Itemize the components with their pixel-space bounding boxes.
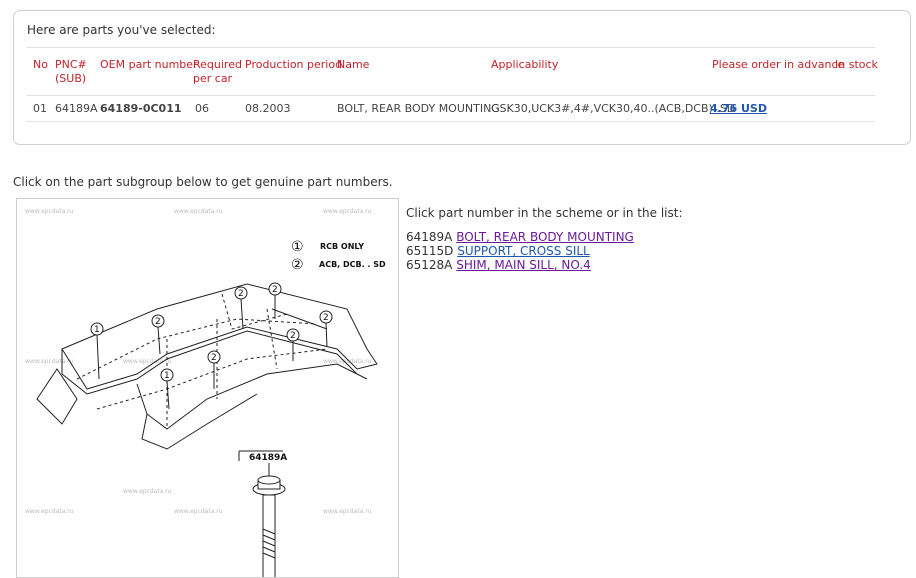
header-order: Please order in advance: [712, 58, 845, 71]
svg-text:1: 1: [94, 325, 100, 335]
frame-illustration: [36, 283, 378, 450]
instruction-text: Click on the part subgroup below to get …: [13, 175, 393, 189]
header-no: No: [33, 58, 48, 71]
cell-pnc: 64189A: [55, 102, 98, 115]
divider: [26, 47, 875, 48]
parts-scheme[interactable]: www.epcdata.ru www.epcdata.ru www.epcdat…: [16, 198, 399, 578]
selected-parts-panel: Here are parts you've selected: No PNC# …: [13, 10, 911, 145]
svg-text:2: 2: [155, 317, 161, 327]
part-link-bolt-rear-body-mounting[interactable]: BOLT, REAR BODY MOUNTING: [456, 230, 634, 244]
header-pnc-sub: (SUB): [55, 72, 87, 85]
svg-text:2: 2: [290, 331, 296, 341]
svg-text:www.epcdata.ru: www.epcdata.ru: [123, 358, 172, 365]
svg-text:www.epcdata.ru: www.epcdata.ru: [174, 208, 223, 215]
header-applicability: Applicability: [491, 58, 559, 71]
price-link[interactable]: 4.76 USD: [710, 102, 767, 115]
list-item: 65128A SHIM, MAIN SILL, NO.4: [406, 258, 683, 272]
svg-text:RCB ONLY: RCB ONLY: [320, 242, 364, 251]
svg-text:1: 1: [164, 371, 170, 381]
cell-name: BOLT, REAR BODY MOUNTING: [337, 102, 500, 115]
bolt-illustration: [252, 475, 286, 577]
header-oem: OEM part number: [100, 58, 198, 71]
svg-text:www.epcdata.ru: www.epcdata.ru: [323, 208, 372, 215]
svg-text:2: 2: [211, 353, 217, 363]
part-code: 64189A: [406, 230, 453, 244]
callout-64189a[interactable]: 64189A: [238, 450, 287, 477]
list-item: 65115D SUPPORT, CROSS SILL: [406, 244, 683, 258]
parts-list-intro: Click part number in the scheme or in th…: [406, 206, 683, 220]
svg-text:www.epcdata.ru: www.epcdata.ru: [174, 508, 223, 515]
header-required-label: Required: [193, 58, 242, 71]
part-link-shim-main-sill[interactable]: SHIM, MAIN SILL, NO.4: [456, 258, 591, 272]
header-required: Required per car: [193, 58, 242, 86]
cell-required: 06: [195, 102, 209, 115]
cell-oem: 64189-0C011: [100, 102, 182, 115]
panel-title: Here are parts you've selected:: [27, 23, 216, 37]
svg-text:ACB, DCB. . SD: ACB, DCB. . SD: [319, 260, 386, 269]
price-value[interactable]: 4.76 USD: [710, 102, 767, 115]
header-name: Name: [337, 58, 370, 71]
callout-label: 64189A: [249, 453, 287, 463]
watermarks: www.epcdata.ru www.epcdata.ru www.epcdat…: [25, 208, 372, 515]
header-stock: In stock: [835, 58, 878, 71]
header-production: Production period: [245, 58, 343, 71]
svg-text:②: ②: [291, 257, 304, 273]
svg-text:www.epcdata.ru: www.epcdata.ru: [25, 358, 74, 365]
parts-list: Click part number in the scheme or in th…: [406, 206, 683, 272]
cell-production: 08.2003: [245, 102, 291, 115]
svg-text:2: 2: [238, 289, 244, 299]
svg-text:2: 2: [272, 285, 278, 295]
svg-text:www.epcdata.ru: www.epcdata.ru: [323, 508, 372, 515]
svg-text:www.epcdata.ru: www.epcdata.ru: [123, 488, 172, 495]
bolt-markers: 1 2 2 2 2 2 2 1: [90, 282, 333, 410]
svg-text:www.epcdata.ru: www.epcdata.ru: [25, 208, 74, 215]
header-required-sub: per car: [193, 72, 233, 85]
svg-text:2: 2: [323, 313, 329, 323]
header-pnc-label: PNC#: [55, 58, 87, 71]
part-link-support-cross-sill[interactable]: SUPPORT, CROSS SILL: [457, 244, 589, 258]
divider: [26, 121, 875, 122]
svg-text:www.epcdata.ru: www.epcdata.ru: [25, 508, 74, 515]
scheme-legend: ① RCB ONLY ② ACB, DCB. . SD: [291, 239, 386, 273]
cell-no: 01: [33, 102, 47, 115]
list-item: 64189A BOLT, REAR BODY MOUNTING: [406, 230, 683, 244]
divider: [26, 95, 875, 96]
cell-applicability: GSK30,UCK3#,4#,VCK30,40..(ACB,DCB)..SD: [491, 102, 736, 115]
part-code: 65128A: [406, 258, 453, 272]
scheme-drawing: www.epcdata.ru www.epcdata.ru www.epcdat…: [25, 208, 386, 577]
svg-text:①: ①: [291, 239, 304, 255]
header-pnc: PNC# (SUB): [55, 58, 87, 86]
part-code: 65115D: [406, 244, 454, 258]
